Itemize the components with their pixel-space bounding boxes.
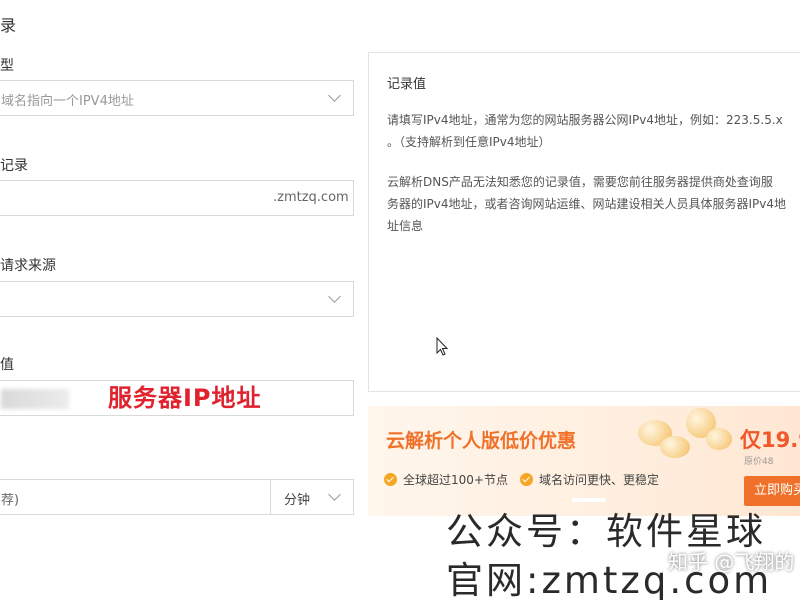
record-type-label: 型	[0, 58, 14, 74]
ttl-input[interactable]: 荐)	[0, 479, 272, 515]
promo-feature: 全球超过100+节点	[384, 471, 508, 488]
domain-suffix: .zmtzq.com	[273, 190, 349, 205]
coin-decoration	[660, 436, 690, 458]
blurred-ip-value	[1, 389, 69, 409]
chevron-down-icon	[328, 89, 341, 102]
help-line: 务器的IPv4地址，或者咨询网站运维、网站建设相关人员具体服务器IPv4地	[387, 197, 787, 211]
ttl-unit-select[interactable]: 分钟	[270, 479, 354, 515]
help-title: 记录值	[387, 77, 427, 92]
help-line: 。（支持解析到任意IPv4地址）	[387, 135, 551, 149]
promo-feature: 域名访问更快、更稳定	[520, 471, 659, 488]
chevron-down-icon	[328, 290, 341, 303]
mouse-cursor-icon	[436, 337, 449, 356]
promo-feature-text: 全球超过100+节点	[403, 473, 508, 487]
ttl-value: 荐)	[1, 493, 20, 508]
help-line: 云解析DNS产品无法知悉您的记录值，需要您前往服务器提供商处查询服	[387, 175, 773, 189]
promo-banner[interactable]: 云解析个人版低价优惠 仅19.9/ 原价48 全球超过100+节点 域名访问更快…	[368, 406, 800, 516]
help-line: 址信息	[387, 219, 424, 233]
promo-feature-text: 域名访问更快、更稳定	[539, 473, 660, 487]
promo-price: 仅19.9/	[740, 428, 800, 452]
zhihu-watermark: 知乎 @飞翔的	[668, 550, 795, 574]
record-value-help-panel: 记录值 请填写IPv4地址，通常为您的网站服务器公网IPv4地址，例如：223.…	[368, 52, 800, 392]
page-title: 录	[0, 16, 17, 35]
coin-decoration	[706, 428, 732, 450]
check-icon	[520, 473, 533, 486]
record-type-value: 域名指向一个IPV4地址	[1, 94, 134, 109]
request-source-label: 请求来源	[0, 258, 56, 274]
chevron-down-icon	[328, 488, 341, 501]
record-value-label: 值	[0, 357, 14, 373]
promo-original-price: 原价48	[744, 457, 774, 467]
host-record-input[interactable]: .zmtzq.com	[0, 180, 354, 216]
help-line: 请填写IPv4地址，通常为您的网站服务器公网IPv4地址，例如：223.5.5.…	[387, 113, 783, 127]
check-icon	[384, 473, 397, 486]
record-type-select[interactable]: 域名指向一个IPV4地址	[0, 80, 354, 116]
promo-title: 云解析个人版低价优惠	[386, 430, 577, 452]
ttl-unit: 分钟	[284, 493, 311, 508]
host-record-label: 记录	[0, 158, 28, 174]
request-source-select[interactable]	[0, 281, 354, 317]
server-ip-annotation: 服务器IP地址	[108, 384, 262, 412]
